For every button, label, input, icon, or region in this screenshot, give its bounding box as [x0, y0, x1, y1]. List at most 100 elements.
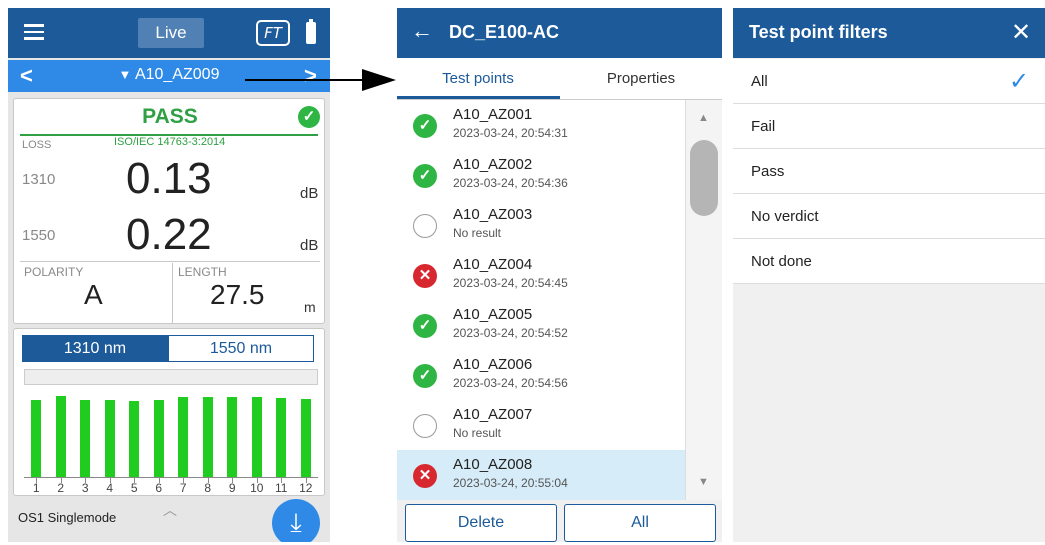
- test-point-list: ✓ A10_AZ001 2023-03-24, 20:54:31 ✓ A10_AZ002…: [397, 100, 685, 500]
- filter-option-fail[interactable]: Fail: [733, 104, 1045, 149]
- scroll-up-icon[interactable]: ▲: [698, 112, 709, 124]
- fail-x-icon: ✕: [413, 264, 437, 288]
- ft-logo-icon: FT: [256, 20, 290, 46]
- list-item[interactable]: ✓ A10_AZ006 2023-03-24, 20:54:56: [397, 350, 685, 400]
- list-item-detail: 2023-03-24, 20:54:36: [453, 176, 568, 190]
- chart-bar: [129, 401, 140, 477]
- list-item-name: A10_AZ002: [453, 156, 533, 173]
- loss-1550-value: 0.22: [126, 210, 212, 259]
- filters-panel: Test point filters ✕ All ✓ Fail Pass No …: [733, 8, 1045, 542]
- arrow-left-icon[interactable]: ←: [411, 18, 433, 44]
- chart-bar: [227, 396, 238, 477]
- checkmark-icon: ✓: [1009, 68, 1030, 95]
- measurement-panel: Live FT < ▼ A10_AZ009 > PASS ✓ LOSS ISO/…: [8, 8, 330, 542]
- list-item-detail: 2023-03-24, 20:55:04: [453, 476, 568, 490]
- panel-title: Test point filters: [749, 22, 888, 42]
- all-button[interactable]: All: [564, 504, 716, 542]
- pass-check-icon: ✓: [413, 314, 437, 338]
- filter-option-label: Not done: [751, 253, 812, 270]
- list-item-name: A10_AZ001: [453, 106, 533, 123]
- standard-label: ISO/IEC 14763-3:2014: [114, 136, 226, 148]
- chart-bar: [178, 396, 189, 477]
- test-points-panel: ← DC_E100-AC Test points Properties ✓ A10…: [397, 8, 722, 542]
- list-item-name: A10_AZ007: [453, 406, 533, 423]
- chart-bar: [251, 396, 262, 477]
- chart-x-axis: [24, 477, 318, 478]
- loss-label: LOSS: [22, 139, 52, 151]
- nav-title-text: A10_AZ009: [134, 66, 220, 83]
- filter-option-all[interactable]: All ✓: [733, 59, 1045, 104]
- length-label: LENGTH: [178, 265, 227, 279]
- chevron-right-icon[interactable]: >: [304, 63, 317, 89]
- tab-1310nm[interactable]: 1310 nm: [22, 335, 168, 362]
- scrollbar-thumb[interactable]: [690, 140, 718, 216]
- list-item[interactable]: ✓ A10_AZ005 2023-03-24, 20:54:52: [397, 300, 685, 350]
- filter-option-label: Fail: [751, 118, 776, 135]
- list-item-detail: No result: [453, 426, 502, 440]
- nav-title: ▼ A10_AZ009: [8, 66, 330, 84]
- empty-circle-icon: [413, 214, 437, 238]
- tab-bar: Test points Properties: [397, 58, 722, 100]
- chart-bar: [31, 399, 42, 477]
- chart-bar: [80, 400, 91, 477]
- download-icon[interactable]: ⤓: [272, 499, 320, 542]
- list-item[interactable]: A10_AZ007 No result: [397, 400, 685, 450]
- polarity-value: A: [84, 279, 103, 310]
- chart-bar: [153, 400, 164, 477]
- filter-option-no-verdict[interactable]: No verdict: [733, 194, 1045, 239]
- list-item-detail: No result: [453, 226, 502, 240]
- chart-tick-label: 10: [250, 481, 264, 495]
- close-icon[interactable]: ✕: [1011, 18, 1031, 47]
- panel-title: DC_E100-AC: [449, 22, 560, 42]
- menu-icon[interactable]: [24, 24, 44, 40]
- list-item[interactable]: ✕ A10_AZ004 2023-03-24, 20:54:45: [397, 250, 685, 300]
- chart-bar: [276, 397, 287, 477]
- list-item-detail: 2023-03-24, 20:54:52: [453, 326, 568, 340]
- divider: [172, 263, 173, 323]
- chart-tick-label: 8: [204, 481, 212, 495]
- scroll-down-icon[interactable]: ▼: [698, 476, 709, 488]
- list-item[interactable]: ✓ A10_AZ002 2023-03-24, 20:54:36: [397, 150, 685, 200]
- list-item[interactable]: A10_AZ003 No result: [397, 200, 685, 250]
- caret-up-icon[interactable]: ︿: [163, 500, 177, 520]
- live-button[interactable]: Live: [138, 18, 204, 48]
- filter-option-label: No verdict: [751, 208, 819, 225]
- chart-tick-label: 11: [275, 481, 288, 495]
- result-card: PASS ✓ LOSS ISO/IEC 14763-3:2014 1310 0.…: [13, 98, 325, 324]
- delete-button[interactable]: Delete: [405, 504, 557, 542]
- flow-arrow: [245, 79, 370, 81]
- loss-1550-unit: dB: [300, 237, 319, 254]
- filter-option-pass[interactable]: Pass: [733, 149, 1045, 194]
- pass-check-icon: ✓: [413, 364, 437, 388]
- tab-1550nm[interactable]: 1550 nm: [168, 335, 314, 362]
- fiber-type-label: OS1 Singlemode: [18, 510, 117, 525]
- list-item-name: A10_AZ004: [453, 256, 533, 273]
- filter-option-not-done[interactable]: Not done: [733, 239, 1045, 284]
- filter-icon: ▼: [118, 67, 132, 82]
- list-item[interactable]: ✓ A10_AZ001 2023-03-24, 20:54:31: [397, 100, 685, 150]
- list-item-name: A10_AZ008: [453, 456, 533, 473]
- list-item-name: A10_AZ005: [453, 306, 533, 323]
- chart-tick-label: 3: [81, 481, 89, 495]
- verdict-label: PASS: [142, 105, 198, 128]
- wavelength-1550-label: 1550: [22, 227, 56, 244]
- tab-properties[interactable]: Properties: [560, 70, 722, 87]
- scrollbar[interactable]: ▲ ▼: [685, 100, 722, 500]
- header-bar: Test point filters ✕: [733, 8, 1045, 58]
- list-item[interactable]: ✕ A10_AZ008 2023-03-24, 20:55:04: [397, 450, 685, 500]
- filter-option-label: Pass: [751, 163, 785, 180]
- fiber-chart-card: 1310 nm 1550 nm 1 2 3 4 5 6 7 8 9 10 11 12: [13, 328, 325, 496]
- chart-tick-label: 12: [299, 481, 313, 495]
- battery-icon: [306, 19, 316, 44]
- divider: [20, 261, 320, 262]
- chart-tick-label: 6: [155, 481, 163, 495]
- chart-bar: [300, 398, 311, 477]
- length-value: 27.5: [210, 279, 265, 310]
- list-item-detail: 2023-03-24, 20:54:45: [453, 276, 568, 290]
- list-item-name: A10_AZ003: [453, 206, 533, 223]
- pass-check-icon: ✓: [298, 106, 320, 128]
- tab-test-points[interactable]: Test points: [397, 70, 559, 87]
- chart-bar: [104, 400, 115, 477]
- chart-tick-label: 5: [130, 481, 138, 495]
- loss-1310-unit: dB: [300, 185, 319, 202]
